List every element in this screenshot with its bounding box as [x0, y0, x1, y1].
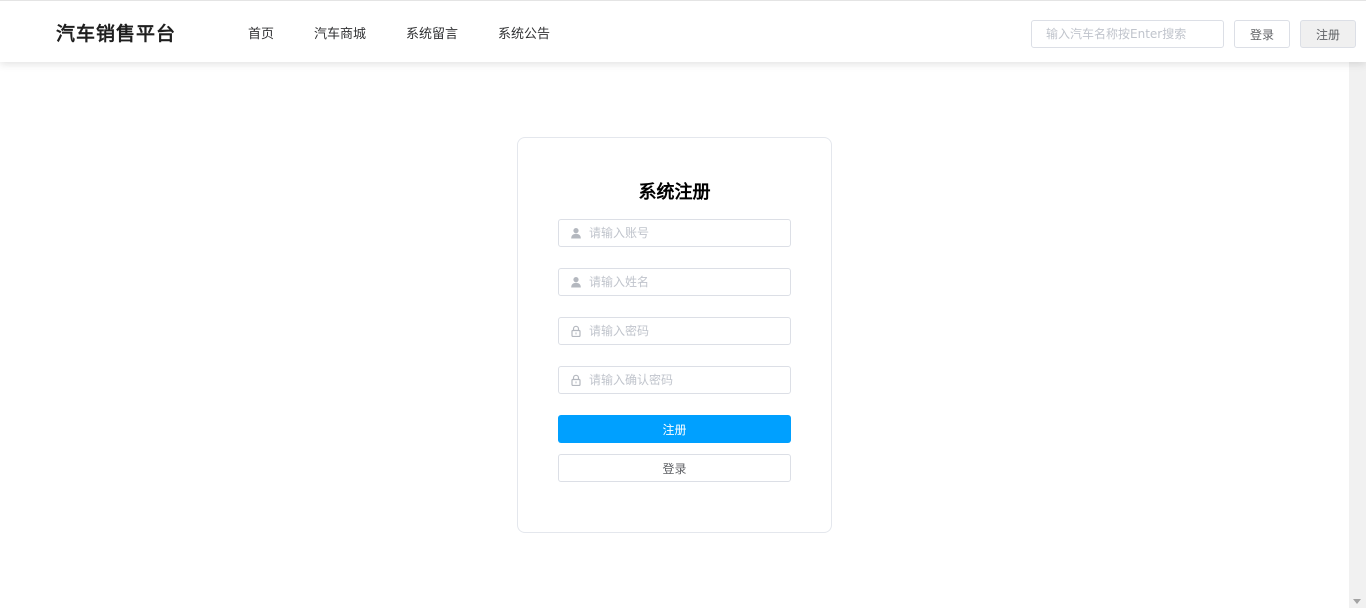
account-field[interactable] [558, 219, 791, 247]
nav-item-home[interactable]: 首页 [248, 23, 274, 42]
scroll-down-arrow-icon[interactable] [1353, 599, 1361, 604]
header-login-button[interactable]: 登录 [1234, 20, 1290, 48]
nav-item-car-mall[interactable]: 汽车商城 [314, 23, 366, 42]
password-field[interactable] [558, 317, 791, 345]
password-input[interactable] [589, 318, 784, 344]
register-card: 系统注册 请输入账号 请输入姓名 注册 登录 [517, 137, 832, 533]
nav-item-announcements[interactable]: 系统公告 [498, 23, 550, 42]
page: 汽车销售平台 首页 汽车商城 系统留言 系统公告 登录 注册 系统注册 [0, 0, 1366, 608]
register-title: 系统注册 [638, 182, 711, 203]
account-input[interactable] [589, 220, 784, 246]
confirm-password-input[interactable] [589, 367, 784, 393]
user-icon [571, 228, 581, 239]
name-field[interactable] [558, 268, 791, 296]
top-navbar: 汽车销售平台 首页 汽车商城 系统留言 系统公告 登录 注册 [0, 0, 1366, 62]
site-logo-title[interactable]: 汽车销售平台 [56, 19, 176, 46]
name-input[interactable] [589, 269, 784, 295]
search-input[interactable] [1031, 20, 1224, 48]
main-nav: 首页 汽车商城 系统留言 系统公告 [248, 23, 590, 42]
vertical-scrollbar[interactable] [1349, 62, 1366, 608]
confirm-password-field[interactable] [558, 366, 791, 394]
go-login-button[interactable]: 登录 [558, 454, 791, 482]
nav-item-messages[interactable]: 系统留言 [406, 23, 458, 42]
header-register-button[interactable]: 注册 [1300, 20, 1356, 48]
user-icon [571, 277, 581, 288]
lock-icon [571, 325, 581, 337]
register-submit-button[interactable]: 注册 [558, 415, 791, 443]
lock-icon [571, 374, 581, 386]
